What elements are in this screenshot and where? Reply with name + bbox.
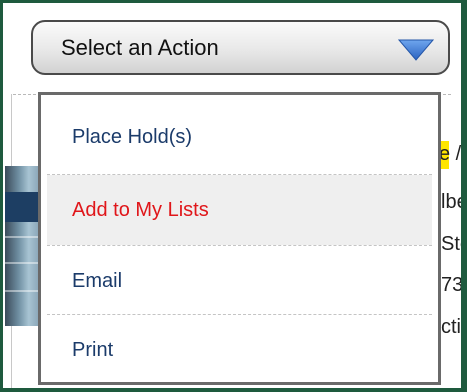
menu-item-place-hold[interactable]: Place Hold(s) (47, 102, 432, 172)
record-author-fragment: lbe (441, 191, 467, 213)
record-title-fragment: e / (439, 143, 462, 165)
screenshot-frame: e / lbe Ste 73 ctio Select an Action Pla… (0, 0, 467, 392)
record-number-fragment: 73 (441, 274, 464, 296)
action-menu: Place Hold(s) Add to My Lists Email Prin… (38, 92, 441, 385)
menu-item-email[interactable]: Email (47, 246, 432, 316)
record-section-fragment: ctio (441, 316, 461, 338)
menu-item-add-to-my-lists[interactable]: Add to My Lists (47, 175, 432, 245)
select-action-dropdown[interactable]: Select an Action (31, 20, 450, 75)
book-cover-thumbnail[interactable] (5, 166, 39, 326)
menu-item-print[interactable]: Print (47, 315, 432, 385)
record-field-fragment: Ste (441, 233, 461, 255)
triangle-down-icon (398, 39, 434, 61)
select-action-label: Select an Action (61, 35, 219, 60)
